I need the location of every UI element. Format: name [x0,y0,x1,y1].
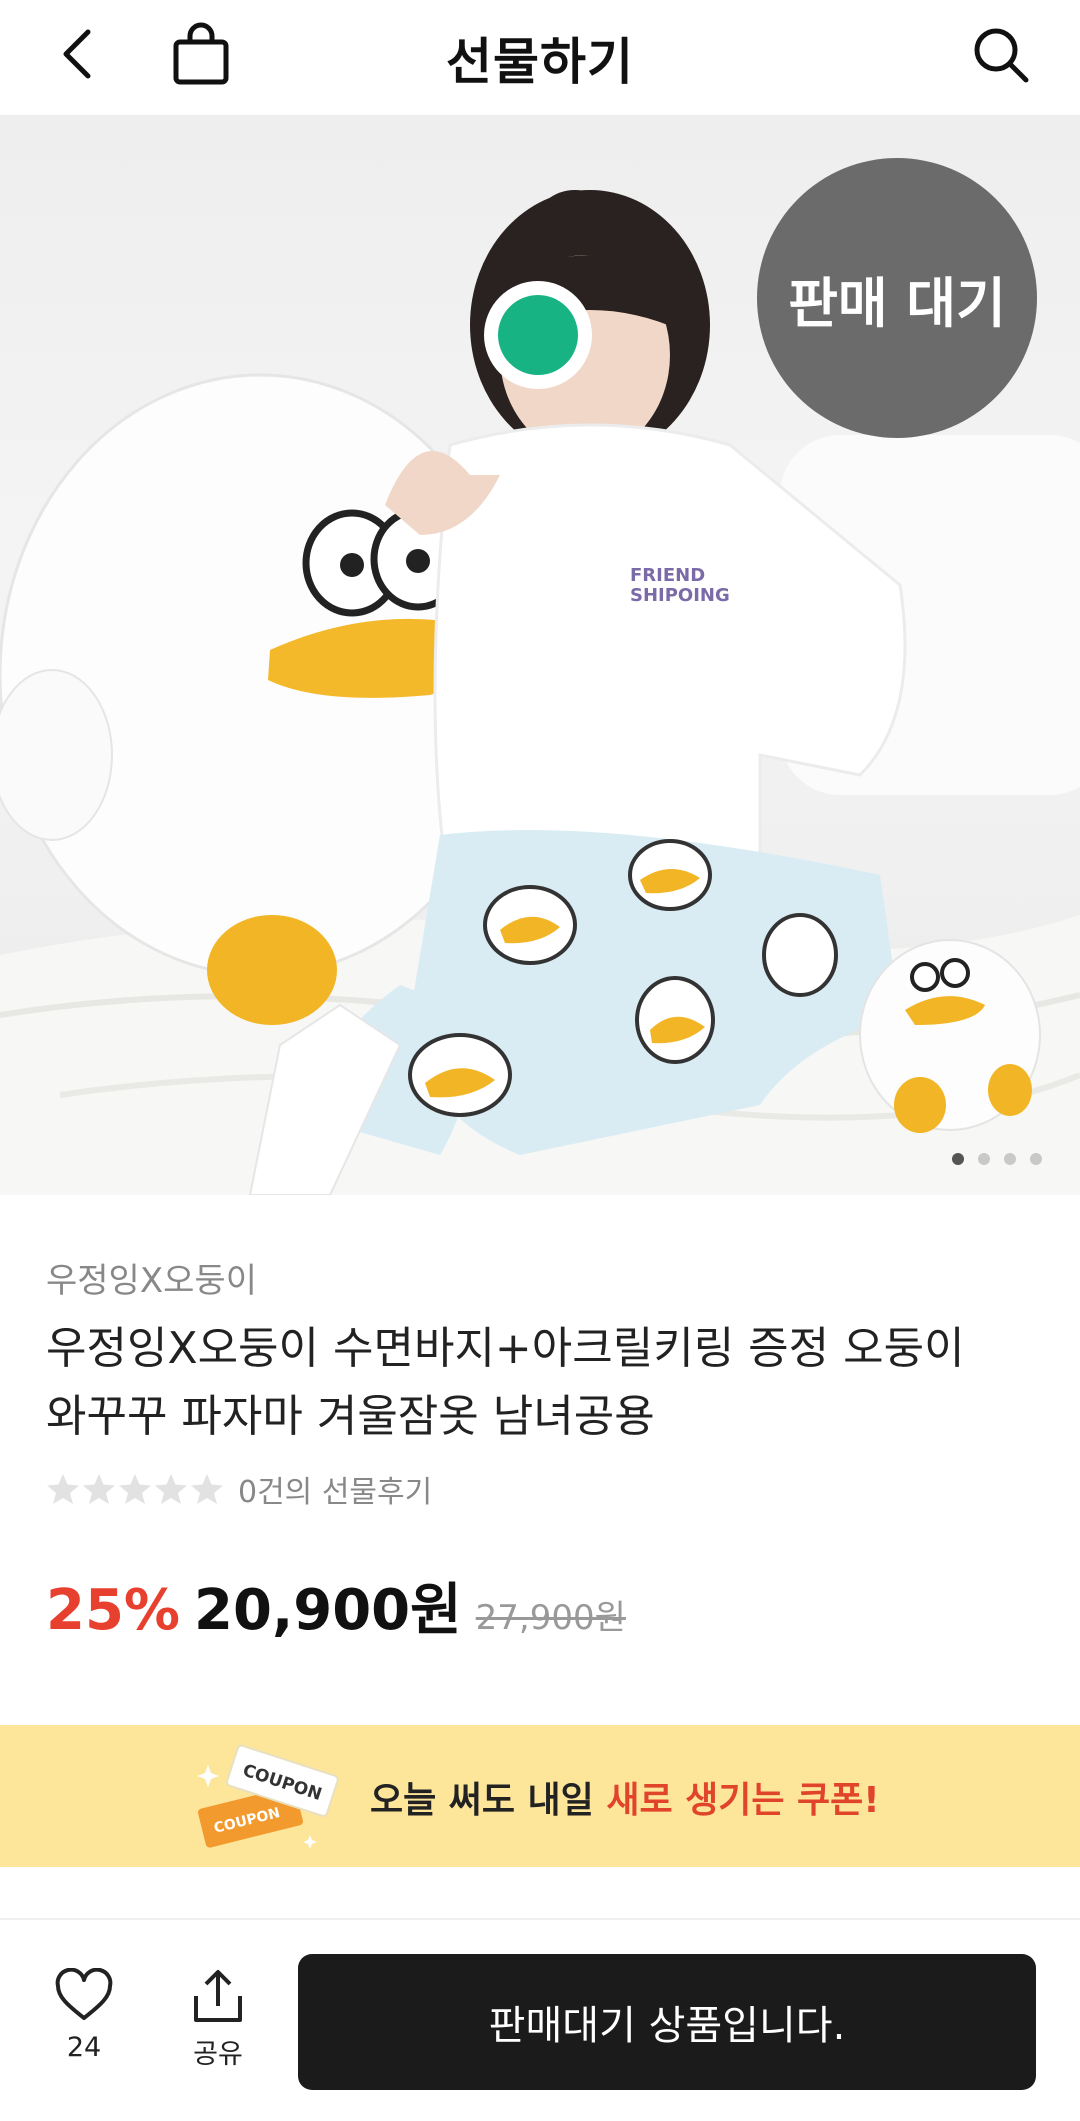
heart-icon [55,1968,113,2020]
shirt-print-line2: SHIPOING [630,585,730,606]
coupon-banner-text: 오늘 써도 내일 새로 생기는 쿠폰! [370,1771,880,1823]
page-title: 선물하기 [446,33,634,91]
carousel-indicator [952,1153,1042,1165]
product-name-line1: 우정잉X오둥이 수면바지+아크릴키링 증정 오둥이 [46,1323,965,1374]
original-price: 27,900원 [475,1598,626,1638]
star-icon [83,1474,115,1504]
carousel-dot-4[interactable] [1030,1153,1042,1165]
sale-price: 20,900원 [194,1578,462,1643]
star-rating [46,1472,224,1506]
sale-pending-badge: 판매 대기 [757,158,1037,438]
star-icon [155,1474,187,1504]
product-name: 우정잉X오둥이 수면바지+아크릴키링 증정 오둥이 와꾸꾸 파자마 겨울잠옷 남… [46,1315,1046,1451]
share-label: 공유 [193,2039,243,2070]
product-name-line2: 와꾸꾸 파자마 겨울잠옷 남녀공용 [46,1391,655,1442]
review-count: 0건의 선물후기 [238,1475,433,1510]
like-button[interactable]: 24 [52,1968,116,2063]
carousel-dot-1[interactable] [952,1153,964,1165]
rating-row[interactable]: 0건의 선물후기 [46,1467,432,1511]
top-navigation-bar: 선물하기 [0,0,1080,115]
coupon-text-main: 오늘 써도 내일 [370,1780,607,1821]
star-icon [47,1474,79,1504]
share-icon [194,1970,242,2022]
price-row: 25% 20,900원 27,900원 [46,1565,626,1646]
search-icon[interactable] [968,22,1034,88]
star-icon [191,1474,223,1504]
cta-label: 판매대기 상품입니다. [488,2003,846,2049]
discount-rate: 25% [46,1578,181,1643]
coupon-banner[interactable]: COUPON COUPON 오늘 써도 내일 새로 생기는 쿠폰! [0,1725,1080,1867]
carousel-dot-2[interactable] [978,1153,990,1165]
carousel-dot-3[interactable] [1004,1153,1016,1165]
coupon-ticket-icon: COUPON COUPON [197,1744,339,1849]
product-info-section: 우정잉X오둥이 우정잉X오둥이 수면바지+아크릴키링 증정 오둥이 와꾸꾸 파자… [0,1195,1080,1725]
star-icon [119,1474,151,1504]
shirt-print-line1: FRIEND [630,565,705,586]
product-image-carousel[interactable]: FRIEND SHIPOING 판매 대기 [0,115,1080,1195]
coupon-text-accent: 새로 생기는 쿠폰! [606,1780,880,1821]
like-count: 24 [66,2032,102,2063]
badge-label: 판매 대기 [788,271,1006,335]
sale-pending-button[interactable]: 판매대기 상품입니다. [298,1954,1036,2090]
share-button[interactable]: 공유 [186,1968,250,2071]
brand-name-link[interactable]: 우정잉X오둥이 [46,1253,257,1302]
bottom-action-bar: 24 공유 판매대기 상품입니다. [0,1920,1080,2121]
